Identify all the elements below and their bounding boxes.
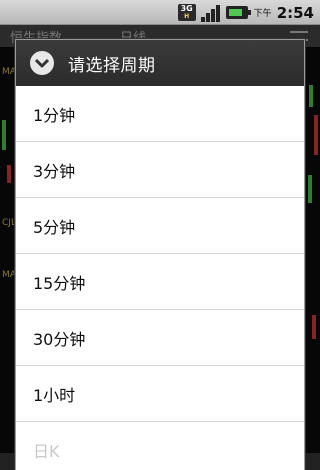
network-badge-bottom: H — [184, 12, 190, 20]
network-3g-icon: 3G H — [177, 3, 196, 21]
background-candle — [7, 165, 11, 183]
background-ma-label-2: MA — [2, 270, 16, 280]
status-bar: 3G H 下午 2:54 — [0, 0, 320, 25]
background-candle — [309, 85, 313, 107]
dialog-header: 请选择周期 — [16, 40, 304, 86]
option-15min[interactable]: 15分钟 — [16, 254, 304, 310]
option-1min[interactable]: 1分钟 — [16, 86, 304, 142]
period-select-dialog: 请选择周期 1分钟 3分钟 5分钟 15分钟 30分钟 1小时 日K — [15, 39, 305, 470]
clock: 2:54 — [276, 3, 314, 22]
background-ma-label: MA — [2, 67, 16, 77]
chevron-down-circle-icon — [30, 51, 54, 75]
option-30min[interactable]: 30分钟 — [16, 310, 304, 366]
background-candle — [312, 315, 316, 339]
option-5min[interactable]: 5分钟 — [16, 198, 304, 254]
background-candle — [314, 115, 318, 155]
background-cjl-label: CJL — [2, 218, 16, 228]
period-option-list: 1分钟 3分钟 5分钟 15分钟 30分钟 1小时 日K — [16, 86, 304, 470]
background-candle — [2, 120, 6, 150]
battery-fill — [228, 9, 242, 16]
network-badge-top: 3G — [180, 3, 193, 13]
status-icons: 3G H 下午 2:54 — [177, 2, 314, 23]
battery-icon — [225, 6, 251, 19]
option-1hour[interactable]: 1小时 — [16, 366, 304, 422]
background-candle — [308, 175, 312, 203]
option-daily[interactable]: 日K — [16, 422, 304, 470]
signal-icon — [200, 4, 221, 22]
ampm-label: 下午 — [253, 9, 272, 19]
option-3min[interactable]: 3分钟 — [16, 142, 304, 198]
dialog-title: 请选择周期 — [68, 55, 156, 76]
